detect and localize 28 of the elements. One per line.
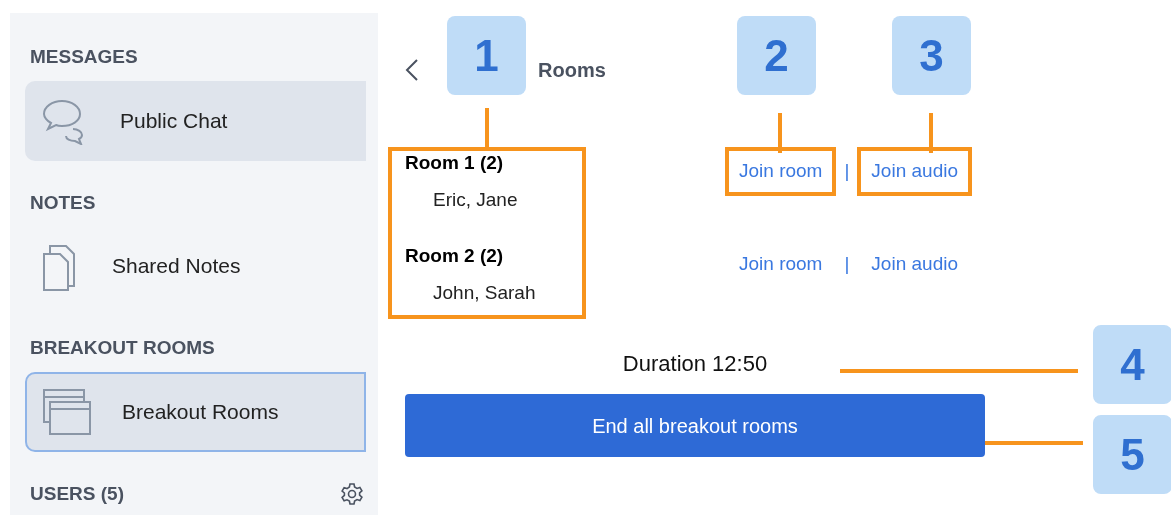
- panel-title: Rooms: [538, 58, 606, 83]
- callout-number: 5: [1093, 415, 1171, 494]
- callout-number: 2: [737, 16, 816, 95]
- separator: |: [844, 252, 850, 276]
- settings-icon[interactable]: [340, 481, 364, 506]
- callout-number: 4: [1093, 325, 1171, 404]
- windows-icon: [42, 387, 92, 436]
- separator: |: [844, 159, 850, 183]
- end-all-rooms-button[interactable]: End all breakout rooms: [405, 394, 985, 457]
- join-audio-link[interactable]: Join audio: [857, 240, 972, 289]
- callout-number: 3: [892, 16, 971, 95]
- join-room-link[interactable]: Join room: [725, 147, 837, 196]
- room-members: John, Sarah: [432, 280, 537, 305]
- sidebar-item[interactable]: Breakout Rooms: [25, 371, 366, 452]
- room-title: Room 1 (2): [405, 151, 505, 175]
- room-members: Eric, Jane: [432, 187, 519, 212]
- section-title: USERS (5): [30, 481, 124, 506]
- section-title: MESSAGES: [30, 45, 138, 69]
- section-title: BREAKOUT ROOMS: [30, 336, 215, 360]
- room-title: Room 2 (2): [405, 244, 505, 268]
- duration-text: Duration 12:50: [622, 350, 768, 378]
- sidebar-item[interactable]: Shared Notes: [25, 226, 366, 306]
- join-audio-link[interactable]: Join audio: [857, 147, 972, 196]
- sidebar-item[interactable]: Public Chat: [25, 80, 366, 161]
- join-room-link[interactable]: Join room: [725, 240, 837, 289]
- section-title: NOTES: [30, 190, 96, 215]
- callout-number: 1: [447, 16, 526, 95]
- back-chevron-icon[interactable]: [405, 58, 419, 82]
